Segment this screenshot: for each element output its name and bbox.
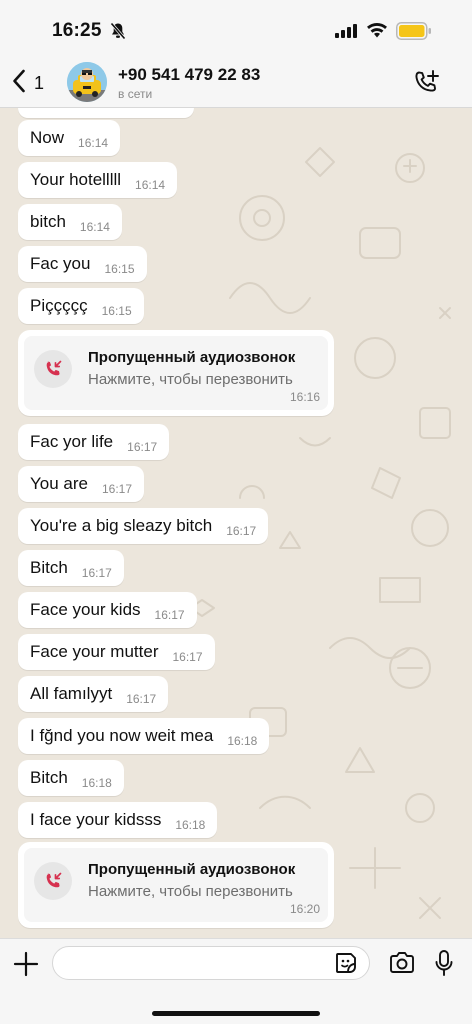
message-bubble-partial xyxy=(18,108,194,118)
message-text: Face your mutter xyxy=(30,642,159,661)
missed-call-subtitle: Нажмите, чтобы перезвонить xyxy=(88,371,293,388)
message-time: 16:15 xyxy=(101,303,132,318)
back-button[interactable]: 1 xyxy=(12,69,44,98)
add-call-icon[interactable] xyxy=(412,69,440,102)
message-text: bitch xyxy=(30,212,66,231)
avatar[interactable] xyxy=(67,62,107,102)
message-text: Piççççç xyxy=(30,296,88,315)
message-time: 16:17 xyxy=(127,439,158,454)
message-bubble[interactable]: bitch 16:14 xyxy=(18,204,122,240)
message-time: 16:14 xyxy=(135,177,166,192)
message-time: 16:14 xyxy=(78,135,109,150)
message-time: 16:17 xyxy=(126,691,157,706)
home-indicator xyxy=(152,1011,320,1016)
missed-call-time: 16:20 xyxy=(289,902,320,916)
missed-call-card[interactable]: Пропущенный аудиозвонок Нажмите, чтобы п… xyxy=(18,330,334,416)
status-time: 16:25 xyxy=(52,20,102,41)
message-time: 16:17 xyxy=(226,523,257,538)
message-text: I fğnd you now weit mea xyxy=(30,726,214,745)
battery-icon xyxy=(396,22,432,45)
message-text: I face your kidsss xyxy=(30,810,162,829)
unread-count: 1 xyxy=(34,73,45,93)
status-bar: 16:25 xyxy=(0,0,472,56)
message-bubble[interactable]: Fac yor life 16:17 xyxy=(18,424,170,460)
message-text: You're a big sleazy bitch xyxy=(30,516,213,535)
message-bubble[interactable]: Bitch 16:17 xyxy=(18,550,124,586)
mic-icon[interactable] xyxy=(434,949,454,982)
missed-call-title: Пропущенный аудиозвонок xyxy=(88,349,296,366)
message-bubble[interactable]: Your hotelllll 16:14 xyxy=(18,162,178,198)
message-bubble[interactable]: I face your kidsss 16:18 xyxy=(18,802,218,838)
message-time: 16:15 xyxy=(104,261,135,276)
missed-call-time: 16:16 xyxy=(289,390,320,404)
message-time: 16:17 xyxy=(154,607,185,622)
message-input[interactable] xyxy=(52,946,370,980)
chat-header: 1 +90 541 479 22 83 в сети xyxy=(0,56,472,108)
message-time: 16:17 xyxy=(81,565,112,580)
missed-call-icon xyxy=(34,350,72,388)
sticker-icon[interactable] xyxy=(334,951,358,980)
message-text: Fac yor life xyxy=(30,432,114,451)
signal-icon xyxy=(335,24,359,43)
message-text: Face your kids xyxy=(30,600,141,619)
bell-off-icon xyxy=(110,22,126,45)
contact-status: в сети xyxy=(118,87,153,101)
message-time: 16:17 xyxy=(101,481,133,496)
message-text: Fac you xyxy=(30,254,91,273)
message-bubble[interactable]: Piççççç 16:15 xyxy=(18,288,144,324)
message-time: 16:14 xyxy=(79,219,110,234)
message-text: All famılyyt xyxy=(30,684,113,703)
message-bubble[interactable]: Fac you 16:15 xyxy=(18,246,147,282)
message-time: 16:18 xyxy=(81,775,112,790)
message-bubble[interactable]: You are 16:17 xyxy=(18,466,145,502)
message-text: Bitch xyxy=(30,558,68,577)
message-text: Now xyxy=(30,128,65,147)
missed-call-icon xyxy=(34,862,72,900)
back-chevron-icon xyxy=(12,69,26,98)
message-text: You are xyxy=(30,474,88,493)
chat-area[interactable]: Now 16:14 Your hotelllll 16:14 bitch 16:… xyxy=(0,108,472,938)
message-bubble[interactable]: Face your mutter 16:17 xyxy=(18,634,215,670)
message-text: Bitch xyxy=(30,768,68,787)
plus-icon[interactable] xyxy=(13,951,39,982)
message-time: 16:17 xyxy=(172,649,203,664)
message-bubble[interactable]: I fğnd you now weit mea 16:18 xyxy=(18,718,270,754)
missed-call-body: Пропущенный аудиозвонок Нажмите, чтобы п… xyxy=(24,336,328,410)
message-bubble[interactable]: Now 16:14 xyxy=(18,120,121,156)
missed-call-card[interactable]: Пропущенный аудиозвонок Нажмите, чтобы п… xyxy=(18,842,334,928)
message-bubble[interactable]: Bitch 16:18 xyxy=(18,760,124,796)
input-bar xyxy=(0,938,472,1024)
missed-call-subtitle: Нажмите, чтобы перезвонить xyxy=(88,883,293,900)
message-time: 16:18 xyxy=(227,733,258,748)
missed-call-body: Пропущенный аудиозвонок Нажмите, чтобы п… xyxy=(24,848,328,922)
message-time: 16:18 xyxy=(175,817,206,832)
camera-icon[interactable] xyxy=(388,951,416,980)
contact-name[interactable]: +90 541 479 22 83 xyxy=(118,65,260,85)
message-bubble[interactable]: You're a big sleazy bitch 16:17 xyxy=(18,508,269,544)
message-bubble[interactable]: Face your kids 16:17 xyxy=(18,592,197,628)
message-text: Your hotelllll xyxy=(30,170,122,189)
missed-call-title: Пропущенный аудиозвонок xyxy=(88,861,296,878)
wifi-icon xyxy=(366,22,388,43)
message-bubble[interactable]: All famılyyt 16:17 xyxy=(18,676,169,712)
